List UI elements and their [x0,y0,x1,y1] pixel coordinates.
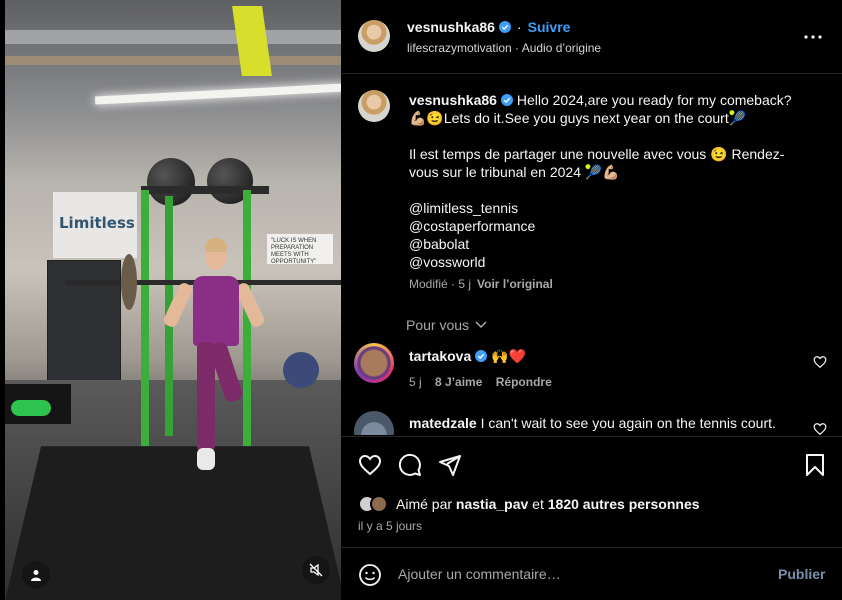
post-timestamp[interactable]: il y a 5 jours [358,519,422,533]
translation-label: Pour vous [406,317,470,333]
wall-sign: "LUCK IS WHEN PREPARATION MEETS WITH OPP… [267,234,333,265]
comment-body: I can't wait to see you again on the ten… [476,415,776,431]
gym-banner-text: Limitless [59,214,135,232]
floor-mat [5,446,341,600]
gym-equipment [283,352,319,388]
comment-input[interactable] [398,564,758,584]
heart-icon[interactable] [813,355,827,369]
likes-middle: et [528,496,548,512]
follow-button[interactable]: Suivre [528,19,571,35]
reply-button[interactable]: Répondre [496,375,552,389]
comment-meta: 5 j 8 J’aime Répondre [409,375,562,389]
comments-scroll-area[interactable]: vesnushka86 Hello 2024,are you ready for… [342,75,842,435]
post-panel: vesnushka86 · Suivre lifescrazymotivatio… [342,0,842,600]
user-icon [31,570,41,581]
bookmark-icon[interactable] [803,453,827,477]
resistance-band [11,400,51,416]
tagged-users-button[interactable] [22,561,50,589]
mute-icon [309,563,323,577]
chevron-down-icon [475,321,487,329]
caption-edited-age: Modifié · 5 j [409,277,472,291]
caption-avatar[interactable] [358,90,390,122]
comment-body: 🙌❤️ [487,348,526,364]
comment-age: 5 j [409,375,422,389]
see-original-link[interactable]: Voir l’original [477,277,553,291]
weight-plate [121,254,137,310]
likes-others[interactable]: 1820 autres personnes [548,496,700,512]
liker-avatar [370,495,388,513]
comment-username[interactable]: matedzale [409,415,477,431]
caption-body: Hello 2024,are you ready for my comeback… [409,92,792,270]
comment-likes[interactable]: 8 J’aime [435,375,482,389]
author-username[interactable]: vesnushka86 [407,19,495,35]
more-icon[interactable] [802,26,824,48]
add-comment-bar: Publier [342,549,842,600]
heart-icon[interactable] [358,453,382,477]
caption-text: vesnushka86 Hello 2024,are you ready for… [409,91,809,271]
gym-banner: Limitless [53,192,137,258]
caption-meta: Modifié · 5 j Voir l’original [409,277,553,291]
verified-icon [498,21,511,33]
squat-rack-post [141,190,149,446]
verified-icon [500,94,513,106]
translation-toggle[interactable]: Pour vous [406,317,487,333]
separator: · [516,19,522,35]
publish-button[interactable]: Publier [778,566,825,582]
author-line: vesnushka86 · Suivre [407,19,570,35]
caption-username[interactable]: vesnushka86 [409,92,497,108]
post-header: vesnushka86 · Suivre lifescrazymotivatio… [342,0,842,74]
likes-summary[interactable]: Aimé par nastia_pav et 1820 autres perso… [358,495,700,513]
likes-prefix: Aimé par [396,496,456,512]
mute-button[interactable] [302,556,330,584]
comment-text: tartakova 🙌❤️ [409,347,526,365]
heart-icon[interactable] [813,422,827,435]
comment-text: matedzale I can't wait to see you again … [409,414,776,432]
verified-icon [475,350,488,362]
author-avatar[interactable] [358,20,390,52]
author-subtitle[interactable]: lifescrazymotivation · Audio d’origine [407,41,601,55]
emoji-icon[interactable] [358,563,382,587]
video-player[interactable]: Limitless "LUCK IS WHEN PREPARATION MEET… [5,0,341,600]
comment-icon[interactable] [398,453,422,477]
athlete [161,238,267,472]
ceiling-duct [5,30,341,44]
comment-avatar[interactable] [354,411,394,435]
share-icon[interactable] [438,453,462,477]
ceiling-beam [5,56,341,65]
comment-avatar[interactable] [354,343,394,383]
liker-username[interactable]: nastia_pav [456,496,528,512]
post-actions: Aimé par nastia_pav et 1820 autres perso… [342,436,842,548]
comment-username[interactable]: tartakova [409,348,471,364]
